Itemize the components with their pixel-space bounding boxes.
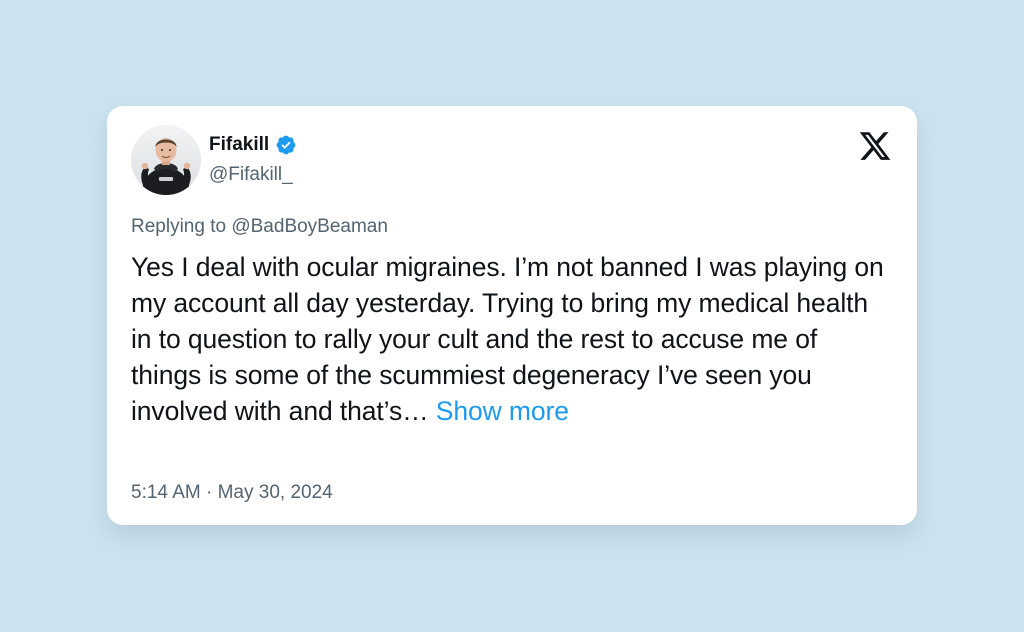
replying-to-handle[interactable]: @BadBoyBeaman xyxy=(231,216,388,237)
author-display-name[interactable]: Fifakill xyxy=(209,133,269,157)
show-more-link[interactable]: Show more xyxy=(436,396,569,426)
author-handle[interactable]: @Fifakill_ xyxy=(209,163,293,187)
avatar[interactable] xyxy=(131,125,201,195)
verified-badge-icon xyxy=(275,134,297,156)
tweet-card[interactable]: Fifakill @Fifakill_ Replying to @BadBoyB… xyxy=(107,106,917,525)
author-name-row[interactable]: Fifakill xyxy=(209,132,297,158)
replying-to-prefix: Replying to xyxy=(131,216,232,237)
tweet-timestamp[interactable]: 5:14 AM · May 30, 2024 xyxy=(131,481,333,505)
x-logo-icon[interactable] xyxy=(858,129,892,163)
tweet-text: Yes I deal with ocular migraines. I’m no… xyxy=(131,249,891,429)
replying-to-line: Replying to @BadBoyBeaman xyxy=(131,215,388,239)
